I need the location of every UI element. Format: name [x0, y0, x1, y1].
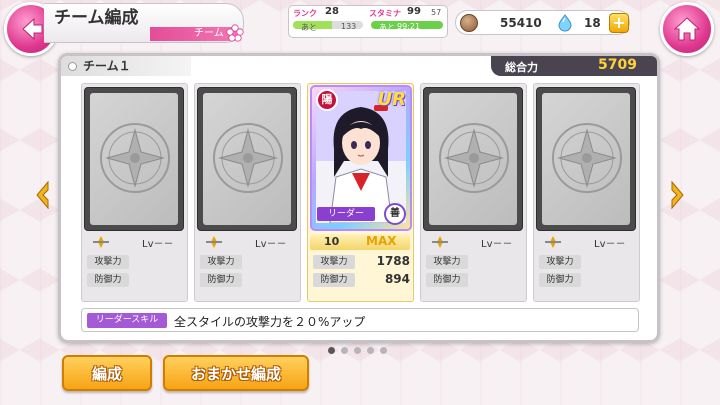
empty-card[interactable] — [84, 87, 184, 231]
rank-next-value: 133 — [341, 22, 357, 31]
add-gems-button[interactable]: + — [609, 13, 629, 33]
rarity-badge: UR — [377, 89, 406, 110]
card-slot-4[interactable]: Lv－－ 攻撃力 防御力 — [420, 83, 527, 302]
flower-icon — [226, 24, 244, 42]
gem-value: 18 — [584, 16, 601, 30]
stamina-value: 99 — [407, 6, 421, 17]
page-dot-5[interactable] — [380, 347, 387, 354]
style-icon — [432, 236, 448, 248]
element-badge: 陽 — [316, 89, 338, 111]
card-slot-2[interactable]: Lv－－ 攻撃力 防御力 — [194, 83, 301, 302]
edit-team-button[interactable]: 編成 — [62, 355, 152, 391]
card-level-row: Lv－－ — [536, 234, 636, 250]
team-label: チーム１ — [61, 56, 191, 76]
page-dot-1[interactable] — [328, 347, 335, 354]
attack-value: 1788 — [376, 254, 410, 268]
leader-skill-bar: リーダースキル 全スタイルの攻撃力を２０%アップ — [81, 308, 639, 332]
page-title: チーム編成 — [54, 8, 139, 28]
auto-team-label: おまかせ編成 — [190, 364, 281, 383]
card-level-row: Lv－－ — [197, 234, 297, 250]
empty-card[interactable] — [197, 87, 297, 231]
leader-skill-label: リーダースキル — [87, 313, 167, 328]
next-team-arrow-icon[interactable] — [668, 180, 686, 210]
stamina-max: 57 — [431, 8, 442, 17]
crest-emblem-icon — [100, 123, 170, 193]
stamina-time: 99:21 — [397, 22, 421, 31]
crest-emblem-icon — [552, 123, 622, 193]
card-level-row: Lv－－ — [84, 234, 184, 250]
attack-label: 攻撃力 — [87, 255, 129, 269]
defense-label: 防御力 — [426, 273, 468, 287]
total-power-value: 5709 — [598, 57, 637, 73]
attack-label: 攻撃力 — [200, 255, 242, 269]
home-icon — [673, 17, 701, 41]
style-icon — [206, 236, 222, 248]
style-icon — [93, 236, 109, 248]
school-badge: 善 — [384, 203, 406, 225]
crest-emblem-icon — [213, 123, 283, 193]
home-button[interactable] — [660, 2, 714, 56]
page-dot-3[interactable] — [354, 347, 361, 354]
card-level-row: 10 MAX — [310, 234, 410, 250]
attack-label: 攻撃力 — [313, 255, 355, 269]
card-level-label: Lv－－ — [594, 239, 626, 250]
rank-value: 28 — [325, 6, 339, 17]
crest-emblem-icon — [439, 123, 509, 193]
card-slot-1[interactable]: Lv－－ 攻撃力 防御力 — [81, 83, 188, 302]
card-slot-5[interactable]: Lv－－ 攻撃力 防御力 — [533, 83, 640, 302]
card-level-max: MAX — [366, 234, 397, 248]
leader-skill-text: 全スタイルの攻撃力を２０%アップ — [174, 315, 366, 329]
back-arrow-icon — [22, 17, 43, 41]
coin-value: 55410 — [500, 16, 542, 30]
card-level-label: Lv－－ — [481, 239, 513, 250]
player-status: ランク 28 あと 133 スタミナ 99 57 あと 99:21 — [288, 5, 448, 38]
coin-icon — [460, 14, 478, 32]
auto-team-button[interactable]: おまかせ編成 — [163, 355, 309, 391]
currency-box: 55410 18 + — [455, 10, 630, 35]
leader-card[interactable]: 陽 UR リーダー 善 — [310, 85, 412, 231]
previous-team-arrow-icon[interactable] — [34, 180, 52, 210]
page-dot-4[interactable] — [367, 347, 374, 354]
page-dot-2[interactable] — [341, 347, 348, 354]
card-slot-3[interactable]: 陽 UR リーダー 善 10 MAX 攻撃力 1788 防御力 894 — [307, 83, 414, 302]
rank-label: ランク — [293, 9, 317, 18]
defense-label: 防御力 — [539, 273, 581, 287]
stamina-label: スタミナ — [369, 9, 401, 18]
card-level-label: Lv－－ — [255, 239, 287, 250]
card-level-row: Lv－－ — [423, 234, 523, 250]
team-panel: チーム１ 総合力 5709 Lv－－ 攻撃力 防御力 Lv－－ 攻撃力 防御力 … — [58, 53, 660, 343]
style-icon — [545, 236, 561, 248]
gem-icon — [558, 14, 572, 32]
defense-label: 防御力 — [200, 273, 242, 287]
page-indicator — [328, 347, 398, 355]
card-level-value: 10 — [324, 235, 340, 248]
defense-label: 防御力 — [313, 273, 355, 287]
empty-card[interactable] — [536, 87, 636, 231]
defense-value: 894 — [384, 272, 410, 286]
total-power-label: 総合力 — [505, 61, 538, 74]
empty-card[interactable] — [423, 87, 523, 231]
defense-label: 防御力 — [87, 273, 129, 287]
card-level-label: Lv－－ — [142, 239, 174, 250]
attack-label: 攻撃力 — [539, 255, 581, 269]
edit-team-label: 編成 — [91, 364, 122, 383]
total-power: 総合力 5709 — [491, 56, 657, 76]
stamina-time-label: あと — [379, 23, 395, 32]
rank-next-label: あと — [301, 23, 317, 32]
attack-label: 攻撃力 — [426, 255, 468, 269]
leader-tag: リーダー — [317, 207, 375, 221]
